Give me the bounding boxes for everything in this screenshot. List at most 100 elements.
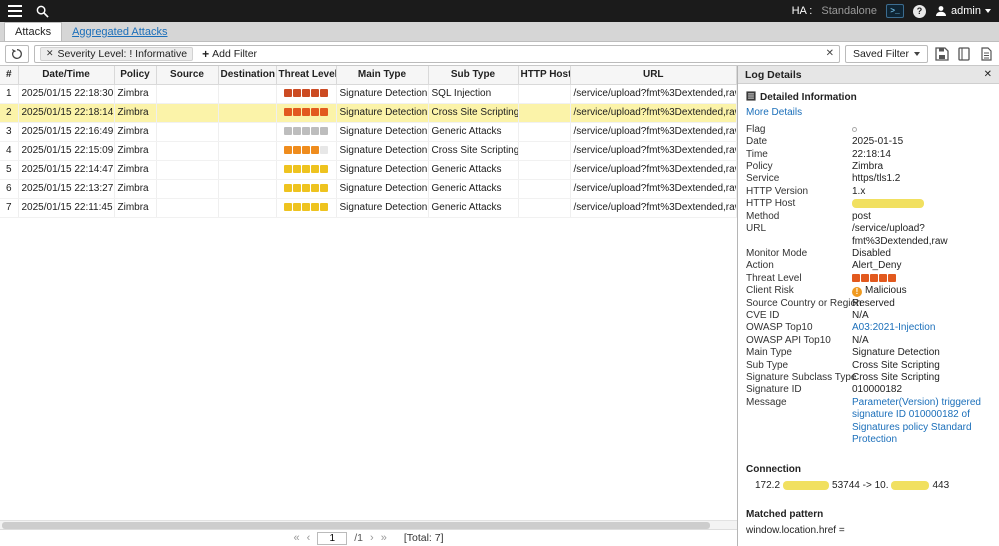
- detail-field: OWASP Top10A03:2021-Injection: [746, 322, 991, 334]
- horizontal-scrollbar[interactable]: [0, 520, 737, 529]
- cell-datetime: 2025/01/15 22:15:09: [18, 141, 114, 160]
- more-details-link[interactable]: More Details: [746, 107, 991, 119]
- close-panel-icon[interactable]: ✕: [984, 69, 992, 80]
- col-number[interactable]: #: [0, 66, 18, 84]
- table-header-row: # Date/Time Policy Source Destination Th…: [0, 66, 737, 84]
- log-book-icon[interactable]: [955, 45, 972, 62]
- main-content: # Date/Time Policy Source Destination Th…: [0, 66, 999, 546]
- cell-threat-level: [276, 84, 336, 103]
- field-link[interactable]: A03:2021-Injection: [852, 322, 935, 333]
- table-row[interactable]: 72025/01/15 22:11:45ZimbraSignature Dete…: [0, 198, 737, 217]
- severity-filter-chip[interactable]: ✕ Severity Level: ! Informative: [40, 47, 193, 61]
- search-icon[interactable]: [36, 5, 49, 18]
- cell-number: 1: [0, 84, 18, 103]
- table-row[interactable]: 52025/01/15 22:14:47ZimbraSignature Dete…: [0, 160, 737, 179]
- next-page-button[interactable]: ›: [370, 532, 374, 544]
- col-datetime[interactable]: Date/Time: [18, 66, 114, 84]
- clear-filter-icon[interactable]: ✕: [826, 48, 834, 59]
- attack-table: # Date/Time Policy Source Destination Th…: [0, 66, 737, 218]
- field-label: Policy: [746, 161, 852, 173]
- cell-threat-level: [276, 141, 336, 160]
- prev-page-button[interactable]: ‹: [307, 532, 311, 544]
- cell-destination: [218, 84, 276, 103]
- remove-filter-icon[interactable]: ✕: [46, 48, 54, 59]
- scrollbar-thumb[interactable]: [2, 522, 710, 529]
- field-value: 22:18:14: [852, 149, 991, 161]
- save-log-icon[interactable]: [933, 45, 950, 62]
- first-page-button[interactable]: «: [293, 532, 299, 544]
- connection-header: Connection: [746, 464, 991, 476]
- filter-input[interactable]: ✕ Severity Level: ! Informative + Add Fi…: [34, 45, 840, 63]
- table-row[interactable]: 22025/01/15 22:18:14ZimbraSignature Dete…: [0, 103, 737, 122]
- cell-url: /service/upload?fmt%3Dextended,raw: [570, 84, 737, 103]
- cell-main-type: Signature Detection: [336, 160, 428, 179]
- last-page-button[interactable]: »: [381, 532, 387, 544]
- detail-field: Source Country or RegionReserved: [746, 298, 991, 310]
- cell-threat-level: [276, 103, 336, 122]
- table-row[interactable]: 62025/01/15 22:13:27ZimbraSignature Dete…: [0, 179, 737, 198]
- field-label: HTTP Host: [746, 198, 852, 211]
- pagination: « ‹ /1 › » [Total: 7]: [0, 529, 737, 546]
- page-input[interactable]: [317, 532, 347, 545]
- help-icon[interactable]: ?: [913, 5, 926, 18]
- table-row[interactable]: 32025/01/15 22:16:49Zimbra Signature Dete…: [0, 122, 737, 141]
- field-label: Monitor Mode: [746, 248, 852, 260]
- field-label: Time: [746, 149, 852, 161]
- col-main-type[interactable]: Main Type: [336, 66, 428, 84]
- tab-aggregated-attacks[interactable]: Aggregated Attacks: [62, 22, 177, 41]
- chevron-down-icon: [985, 9, 991, 13]
- col-sub-type[interactable]: Sub Type: [428, 66, 518, 84]
- field-value: [852, 273, 991, 285]
- tab-attacks[interactable]: Attacks: [4, 22, 62, 41]
- cell-source: [156, 160, 218, 179]
- table-row[interactable]: 42025/01/15 22:15:09ZimbraSignature Dete…: [0, 141, 737, 160]
- user-menu[interactable]: admin: [935, 5, 991, 17]
- filter-chip-label: Severity Level: ! Informative: [58, 48, 188, 60]
- cell-policy: Zimbra: [114, 160, 156, 179]
- ha-status: Standalone: [821, 5, 877, 17]
- report-icon[interactable]: [977, 45, 994, 62]
- cell-threat-level: [276, 179, 336, 198]
- detail-field: Date2025-01-15: [746, 136, 991, 148]
- cell-policy: Zimbra: [114, 122, 156, 141]
- connection-mid: 53744 -> 10.: [832, 480, 888, 491]
- cell-number: 4: [0, 141, 18, 160]
- cell-http-host: [518, 160, 570, 179]
- cell-number: 6: [0, 179, 18, 198]
- field-link[interactable]: Parameter(Version) triggered signature I…: [852, 397, 981, 445]
- saved-filter-button[interactable]: Saved Filter: [845, 45, 928, 63]
- col-source[interactable]: Source: [156, 66, 218, 84]
- panel-body: Detailed Information More Details FlagDa…: [738, 84, 999, 544]
- table-row[interactable]: 12025/01/15 22:18:30ZimbraSignature Dete…: [0, 84, 737, 103]
- menu-icon[interactable]: [8, 5, 22, 17]
- field-value: A03:2021-Injection: [852, 322, 991, 334]
- cell-http-host: [518, 84, 570, 103]
- cell-number: 3: [0, 122, 18, 141]
- cell-url: /service/upload?fmt%3Dextended,raw: [570, 122, 737, 141]
- connection-value: 172.253744 -> 10.443: [746, 480, 991, 492]
- field-label: CVE ID: [746, 310, 852, 322]
- cell-main-type: Signature Detection: [336, 198, 428, 217]
- filter-bar: ✕ Severity Level: ! Informative + Add Fi…: [0, 42, 999, 66]
- cell-sub-type: SQL Injection: [428, 84, 518, 103]
- field-value: N/A: [852, 310, 991, 322]
- cell-source: [156, 84, 218, 103]
- threat-level-bar: [284, 184, 328, 192]
- col-url[interactable]: URL: [570, 66, 737, 84]
- cell-main-type: Signature Detection: [336, 122, 428, 141]
- col-threat-level[interactable]: Threat Level: [276, 66, 336, 84]
- threat-level-bar: [284, 165, 328, 173]
- refresh-button[interactable]: [5, 45, 29, 63]
- field-label: Flag: [746, 124, 852, 136]
- col-destination[interactable]: Destination: [218, 66, 276, 84]
- cell-number: 2: [0, 103, 18, 122]
- cell-datetime: 2025/01/15 22:16:49: [18, 122, 114, 141]
- cell-source: [156, 179, 218, 198]
- detail-field: Servicehttps/tls1.2: [746, 173, 991, 185]
- cell-http-host: [518, 141, 570, 160]
- add-filter-button[interactable]: + Add Filter: [202, 48, 257, 60]
- flag-icon: [852, 127, 857, 132]
- cli-console-icon[interactable]: >_: [886, 4, 904, 18]
- col-policy[interactable]: Policy: [114, 66, 156, 84]
- col-http-host[interactable]: HTTP Host: [518, 66, 570, 84]
